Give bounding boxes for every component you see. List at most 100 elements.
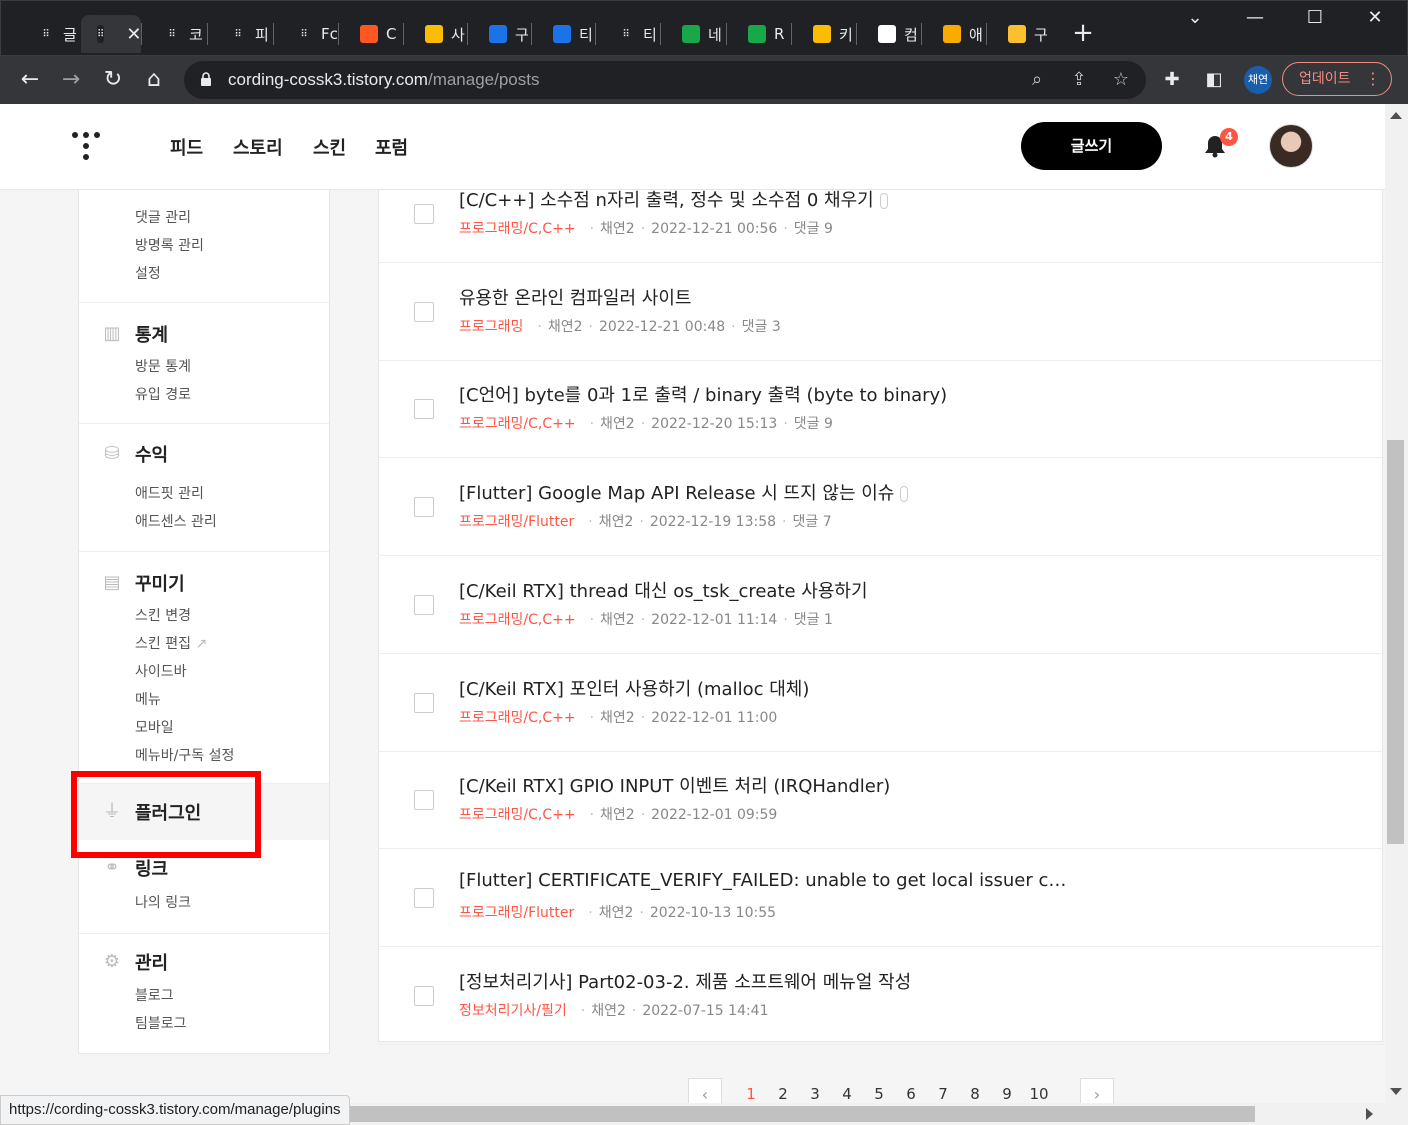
post-row[interactable]: [Flutter] Google Map API Release 시 뜨지 않는…	[379, 459, 1384, 557]
post-category[interactable]: 프로그래밍/C,C++	[459, 710, 576, 726]
post-checkbox[interactable]	[414, 887, 434, 908]
browser-tab[interactable]: 컴	[862, 15, 918, 53]
browser-tab[interactable]: C	[344, 15, 396, 53]
post-checkbox[interactable]	[414, 497, 434, 518]
browser-tab[interactable]: 사	[409, 15, 465, 53]
post-row[interactable]: [Flutter] CERTIFICATE_VERIFY_FAILED: una…	[379, 850, 1384, 947]
menu-dots-icon[interactable]: ⋮	[1365, 63, 1381, 95]
post-checkbox[interactable]	[414, 790, 434, 811]
post-title[interactable]: [C/Keil RTX] thread 대신 os_tsk_create 사용하…	[459, 577, 868, 603]
user-avatar[interactable]	[1269, 124, 1313, 168]
sidebar-item-guestbook[interactable]: 방명록 관리	[135, 235, 204, 255]
post-category[interactable]: 프로그래밍/C,C++	[459, 807, 576, 823]
post-comment-count[interactable]: 댓글 3	[742, 319, 781, 335]
sidebar-item-menubar[interactable]: 메뉴바/구독 설정	[135, 745, 234, 765]
post-title[interactable]: 유용한 온라인 컴파일러 사이트	[459, 284, 691, 310]
sidebar-item-adfit[interactable]: 애드핏 관리	[135, 483, 204, 503]
post-row[interactable]: [C언어] byte를 0과 1로 출력 / binary 출력 (byte t…	[379, 361, 1384, 459]
post-row[interactable]: 유용한 온라인 컴파일러 사이트 프로그래밍 · 채연2 · 2022-12-21 00:…	[379, 264, 1384, 361]
forward-icon[interactable]: →	[55, 64, 87, 96]
nav-feed[interactable]: 피드	[170, 134, 203, 160]
sidebar-heading-decorate[interactable]: 꾸미기	[135, 570, 185, 596]
close-tab-icon[interactable]: ✕	[126, 24, 141, 45]
extensions-icon[interactable]: ✚	[1160, 68, 1184, 92]
post-category[interactable]: 프로그래밍/C,C++	[459, 416, 576, 432]
post-title[interactable]: [C/Keil RTX] GPIO INPUT 이벤트 처리 (IRQHandl…	[459, 772, 890, 798]
post-row[interactable]: [C/Keil RTX] 포인터 사용하기 (malloc 대체) 프로그래밍/C…	[379, 655, 1384, 752]
browser-tab[interactable]: 애	[927, 15, 983, 53]
browser-tab[interactable]: ⠿ 피	[213, 15, 269, 53]
post-category[interactable]: 정보처리기사/필기	[459, 1003, 567, 1019]
page-number[interactable]: 7	[933, 1085, 953, 1103]
post-checkbox[interactable]	[414, 594, 434, 615]
post-title[interactable]: [C/Keil RTX] 포인터 사용하기 (malloc 대체)	[459, 675, 809, 701]
post-row[interactable]: [정보처리기사] Part02-03-2. 제품 소프트웨어 메뉴얼 작성 정보처…	[379, 948, 1384, 1045]
sidebar-heading-manage[interactable]: 관리	[135, 949, 168, 975]
nav-skin[interactable]: 스킨	[313, 134, 346, 160]
post-category[interactable]: 프로그래밍/C,C++	[459, 612, 576, 628]
close-window-button[interactable]: ✕	[1345, 7, 1405, 28]
write-post-button[interactable]: 글쓰기	[1021, 122, 1162, 170]
sidebar-item-teamblog[interactable]: 팀블로그	[135, 1013, 187, 1033]
sidebar-item-referrer[interactable]: 유입 경로	[135, 384, 191, 404]
browser-tab[interactable]: 네	[666, 15, 722, 53]
browser-tab[interactable]: ⠿ 코	[147, 15, 203, 53]
zoom-search-icon[interactable]: ⌕	[1026, 69, 1048, 91]
page-number[interactable]: 6	[901, 1085, 921, 1103]
post-checkbox[interactable]	[414, 204, 434, 224]
sidebar-heading-stats[interactable]: 통계	[135, 321, 168, 347]
sidebar-item-menu[interactable]: 메뉴	[135, 689, 161, 709]
page-number[interactable]: 5	[869, 1085, 889, 1103]
page-number[interactable]: 10	[1029, 1085, 1049, 1103]
post-comment-count[interactable]: 댓글 7	[792, 514, 831, 530]
page-number[interactable]: 3	[805, 1085, 825, 1103]
update-button[interactable]: 업데이트 ⋮	[1282, 62, 1392, 96]
minimize-button[interactable]: —	[1225, 7, 1285, 28]
vertical-scrollbar[interactable]	[1385, 104, 1408, 1125]
browser-tab[interactable]: ⠿ ✕	[81, 15, 141, 53]
post-row[interactable]: [C/Keil RTX] thread 대신 os_tsk_create 사용하…	[379, 557, 1384, 654]
page-number[interactable]: 9	[997, 1085, 1017, 1103]
sidebar-item-visit-stats[interactable]: 방문 통계	[135, 356, 191, 376]
sidebar-item-my-link[interactable]: 나의 링크	[135, 892, 191, 912]
post-category[interactable]: 프로그래밍/C,C++	[459, 221, 576, 237]
maximize-button[interactable]: ☐	[1285, 7, 1345, 28]
sidebar-item-mobile[interactable]: 모바일	[135, 717, 174, 737]
page-number[interactable]: 4	[837, 1085, 857, 1103]
tistory-logo-icon[interactable]	[72, 132, 100, 162]
side-panel-icon[interactable]: ◧	[1202, 68, 1226, 92]
browser-tab[interactable]: 구	[992, 15, 1048, 53]
browser-tab[interactable]: ⠿ 글	[21, 15, 77, 53]
post-title[interactable]: [Flutter] CERTIFICATE_VERIFY_FAILED: una…	[459, 870, 1066, 891]
scrollbar-thumb[interactable]	[1387, 440, 1404, 844]
post-title[interactable]: [Flutter] Google Map API Release 시 뜨지 않는…	[459, 479, 909, 505]
browser-tab[interactable]: R	[732, 15, 784, 53]
sidebar-item-comment-settings[interactable]: 설정	[135, 263, 161, 283]
sidebar-item-adsense[interactable]: 애드센스 관리	[135, 511, 217, 531]
new-tab-button[interactable]: +	[1069, 19, 1097, 47]
share-icon[interactable]: ⇪	[1068, 69, 1090, 91]
bookmark-star-icon[interactable]: ☆	[1110, 69, 1132, 91]
browser-tab[interactable]: 구	[473, 15, 529, 53]
profile-avatar[interactable]: 채연	[1244, 66, 1272, 94]
reload-icon[interactable]: ↻	[97, 64, 129, 96]
tab-search-icon[interactable]: ⌄	[1165, 7, 1225, 28]
browser-tab[interactable]: 티	[537, 15, 593, 53]
page-number[interactable]: 8	[965, 1085, 985, 1103]
post-comment-count[interactable]: 댓글 9	[794, 416, 833, 432]
post-checkbox[interactable]	[414, 692, 434, 713]
sidebar-heading-revenue[interactable]: 수익	[135, 441, 168, 467]
nav-story[interactable]: 스토리	[233, 134, 283, 160]
sidebar-item-sidebar[interactable]: 사이드바	[135, 661, 187, 681]
nav-forum[interactable]: 포럼	[375, 134, 408, 160]
post-category[interactable]: 프로그래밍/Flutter	[459, 905, 574, 921]
sidebar-heading-link[interactable]: 링크	[135, 855, 168, 881]
post-title[interactable]: [C언어] byte를 0과 1로 출력 / binary 출력 (byte t…	[459, 381, 947, 407]
post-comment-count[interactable]: 댓글 9	[794, 221, 833, 237]
browser-tab[interactable]: ⠿ Fc	[279, 15, 338, 53]
post-checkbox[interactable]	[414, 399, 434, 420]
sidebar-item-skin-edit[interactable]: 스킨 편집 ↗	[135, 633, 207, 653]
address-bar[interactable]: cording-cossk3.tistory.com/manage/posts …	[184, 61, 1146, 99]
post-category[interactable]: 프로그래밍	[459, 319, 523, 335]
h-scrollbar-thumb[interactable]	[300, 1106, 1255, 1122]
